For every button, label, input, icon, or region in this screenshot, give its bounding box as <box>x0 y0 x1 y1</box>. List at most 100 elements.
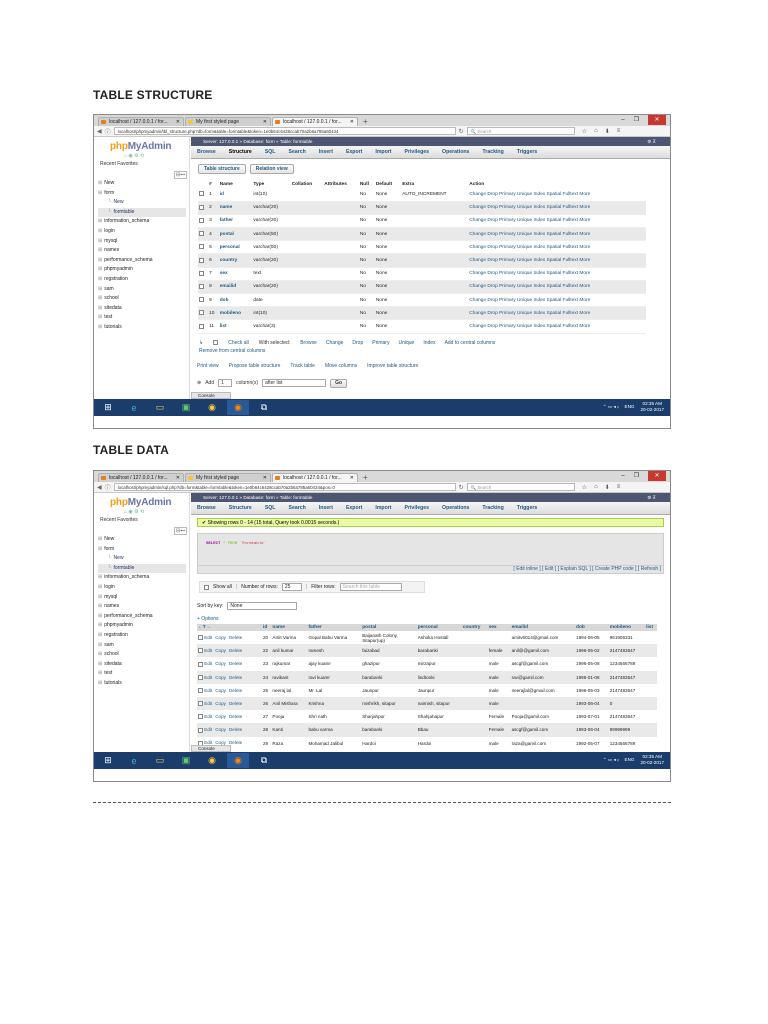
expand-icon[interactable]: ⊞ <box>98 180 102 186</box>
tab-privileges[interactable]: Privileges <box>405 149 430 155</box>
app-icon[interactable]: ⧉ <box>253 753 275 768</box>
recent-link[interactable]: Recent <box>100 517 116 523</box>
address-input[interactable]: localhost/phpmyadmin/sql.php?db=form&tab… <box>113 483 456 491</box>
row-checkbox[interactable] <box>199 270 204 276</box>
column-name[interactable]: list <box>218 319 253 334</box>
row-actions[interactable]: Change Drop Primary Unique Index Spatial… <box>468 253 646 268</box>
row-edit-link[interactable]: Edit <box>204 675 212 680</box>
tree-item-phpmyadmin[interactable]: ⊞ phpmyadmin <box>98 621 186 631</box>
recent-link[interactable]: Recent <box>100 161 116 167</box>
tree-item-information-schema[interactable]: ⊞ information_schema <box>98 217 186 227</box>
tree-item-new[interactable]: ⊞ New <box>98 535 186 545</box>
expand-icon[interactable]: ⊞ <box>98 314 102 320</box>
row-actions[interactable]: Change Drop Primary Unique Index Spatial… <box>468 188 646 202</box>
tab-import[interactable]: Import <box>375 149 391 155</box>
tab-structure[interactable]: Structure <box>229 149 252 155</box>
minimize-icon[interactable]: – <box>621 471 624 481</box>
tab-triggers[interactable]: Triggers <box>517 149 537 155</box>
tab-operations[interactable]: Operations <box>442 149 469 155</box>
breadcrumb-text[interactable]: Server: 127.0.0.1 » Database: form » Tab… <box>203 139 312 144</box>
back-icon[interactable]: ◀ <box>97 128 102 135</box>
column-header-list[interactable]: list <box>645 624 657 631</box>
close-window-icon[interactable]: ✕ <box>648 471 666 481</box>
row-edit-link[interactable]: Edit <box>204 635 212 640</box>
tree-item-formtable[interactable]: └ formtable <box>98 207 186 218</box>
row-delete-link[interactable]: Delete <box>229 714 242 719</box>
row-checkbox[interactable] <box>198 635 203 641</box>
ie-icon[interactable]: e <box>123 753 145 768</box>
expand-icon[interactable]: ⊞ <box>98 190 102 196</box>
favorites-link[interactable]: Favorites <box>117 517 138 523</box>
tree-item-names[interactable]: ⊞ names <box>98 246 186 256</box>
row-checkbox[interactable] <box>199 204 204 210</box>
row-actions[interactable]: Change Drop Primary Unique Index Spatial… <box>468 267 646 281</box>
browser-tab-active[interactable]: localhost / 127.0.0.1 / for... ✕ <box>272 473 358 482</box>
row-checkbox[interactable] <box>199 323 204 329</box>
row-edit-link[interactable]: Edit <box>204 714 212 719</box>
firefox-icon[interactable]: ◉ <box>227 753 249 768</box>
chrome-icon[interactable]: ◉ <box>201 753 223 768</box>
sql-links[interactable]: [ Edit inline ] [ Edit ] [ Explain SQL ]… <box>197 566 664 574</box>
expand-icon[interactable]: ⊞ <box>98 613 102 619</box>
expand-icon[interactable]: ⊞ <box>98 218 102 224</box>
row-actions[interactable]: Change Drop Primary Unique Index Spatial… <box>468 306 646 321</box>
check-all-label[interactable]: Check all <box>228 340 249 346</box>
column-name[interactable]: personal <box>218 240 253 255</box>
collapse-all-icon[interactable]: ⊟⊷ <box>174 171 188 179</box>
address-input[interactable]: localhost/phpmyadmin/tbl_structure.php?d… <box>113 127 456 135</box>
row-copy-link[interactable]: Copy <box>215 688 226 693</box>
tree-item-form[interactable]: ⊞ form <box>98 189 186 199</box>
recent-favorites[interactable]: Recent Favorites <box>100 161 138 167</box>
show-all-checkbox[interactable] <box>204 584 209 590</box>
tray-icons[interactable]: ⌃ ▭ ◂ ᵢₗ <box>603 404 619 410</box>
column-header-sex[interactable]: sex <box>487 624 511 631</box>
row-checkbox[interactable] <box>199 218 204 224</box>
expand-icon[interactable]: ⊞ <box>98 276 102 282</box>
menu-icon[interactable]: ≡ <box>617 128 621 134</box>
row-copy-link[interactable]: Copy <box>215 648 226 653</box>
search-input[interactable]: 🔍 Search <box>466 483 575 491</box>
row-copy-link[interactable]: Copy <box>215 701 226 706</box>
row-copy-link[interactable]: Copy <box>215 635 226 640</box>
column-header-postal[interactable]: postal <box>361 624 417 631</box>
expand-icon[interactable]: ⊞ <box>98 622 102 628</box>
clock[interactable]: 02:35 AM 20-02-2017 <box>641 754 665 765</box>
bulk-drop[interactable]: Drop <box>352 340 363 346</box>
row-actions[interactable]: Change Drop Primary Unique Index Spatial… <box>468 319 646 334</box>
link-propose-table-structure[interactable]: Propose table structure <box>229 363 281 369</box>
column-header-dob[interactable]: dob <box>575 624 609 631</box>
after-select[interactable]: after list <box>262 379 327 388</box>
quick-icons[interactable]: ⌂ ◉ ⚙ ⟲ <box>124 153 144 159</box>
tab-export[interactable]: Export <box>346 505 362 511</box>
browser-tab[interactable]: localhost / 127.0.0.1 / for... ✕ <box>98 473 184 482</box>
options-link[interactable]: + Options <box>197 616 670 622</box>
tab-tracking[interactable]: Tracking <box>482 149 503 155</box>
add-count-input[interactable]: 1 <box>218 379 233 388</box>
browser-tab-active[interactable]: localhost / 127.0.0.1 / for... ✕ <box>272 117 358 126</box>
close-tab-icon[interactable]: ✕ <box>176 118 180 126</box>
expand-icon[interactable]: ⊞ <box>98 238 102 244</box>
expand-icon[interactable]: ⊞ <box>98 574 102 580</box>
search-input[interactable]: 🔍 Search <box>466 127 575 135</box>
windows-start-icon[interactable]: ⊞ <box>97 753 119 768</box>
tree-item-sam[interactable]: ⊞ sam <box>98 285 186 295</box>
tree-item-school[interactable]: ⊞ school <box>98 294 186 304</box>
tree-item-performance-schema[interactable]: ⊞ performance_schema <box>98 256 186 266</box>
expand-icon[interactable]: ⊞ <box>98 247 102 253</box>
expand-icon[interactable]: ⊞ <box>98 594 102 600</box>
tab-search[interactable]: Search <box>288 149 305 155</box>
app-icon[interactable]: ⧉ <box>253 400 275 415</box>
go-button[interactable]: Go <box>330 378 348 388</box>
expand-icon[interactable]: ⊞ <box>98 632 102 638</box>
clock[interactable]: 02:35 AM 20-02-2017 <box>641 401 665 412</box>
column-name[interactable]: emailid <box>218 280 253 295</box>
expand-icon[interactable]: ⊞ <box>98 286 102 292</box>
close-tab-icon[interactable]: ✕ <box>263 474 267 482</box>
row-delete-link[interactable]: Delete <box>229 688 242 693</box>
new-tab-button[interactable]: + <box>363 473 368 482</box>
bulk-browse[interactable]: Browse <box>300 340 317 346</box>
tray-icons[interactable]: ⌃ ▭ ◂ ᵢₗ <box>603 757 619 763</box>
row-copy-link[interactable]: Copy <box>215 661 226 666</box>
tab-relation-view[interactable]: Relation view <box>249 164 294 174</box>
tree-item-login[interactable]: ⊞ login <box>98 583 186 593</box>
